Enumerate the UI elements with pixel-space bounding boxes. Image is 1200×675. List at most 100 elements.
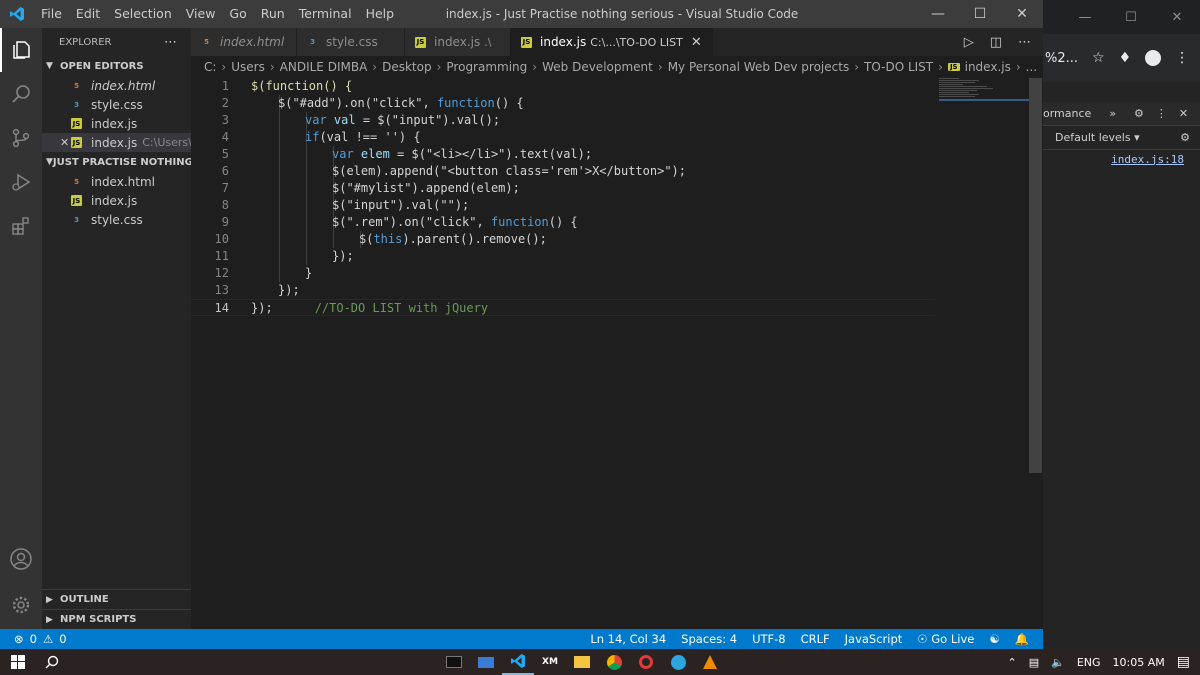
tab-index-html[interactable]: 5 index.html	[191, 28, 297, 56]
clock[interactable]: 10:05 AM	[1113, 656, 1165, 669]
breadcrumb-item[interactable]: Desktop	[382, 60, 432, 74]
taskbar-search-icon[interactable]	[36, 649, 68, 675]
notifications-bell-icon[interactable]: 🔔	[1015, 632, 1029, 646]
open-editor-item[interactable]: 5 index.html	[42, 76, 191, 95]
split-editor-icon[interactable]: ◫	[990, 35, 1002, 50]
account-icon[interactable]	[0, 537, 42, 581]
close-editor-icon[interactable]: ✕	[60, 136, 69, 149]
minimize-icon[interactable]: —	[1062, 10, 1108, 25]
folder-section[interactable]: ▼ JUST PRACTISE NOTHING ...	[42, 152, 191, 172]
folder-file-item[interactable]: JS index.js	[42, 191, 191, 210]
cursor-position[interactable]: Ln 14, Col 34	[590, 632, 666, 646]
more-tabs-icon[interactable]: »	[1109, 107, 1116, 120]
open-editor-item[interactable]: 3 style.css	[42, 95, 191, 114]
chrome-app-icon[interactable]	[598, 649, 630, 675]
menu-help[interactable]: Help	[359, 0, 402, 28]
devtools-close-icon[interactable]: ✕	[1179, 107, 1188, 120]
action-center-icon[interactable]: ▤	[1177, 654, 1190, 670]
breadcrumb-item[interactable]: ANDILE DIMBA	[280, 60, 368, 74]
language-mode[interactable]: JavaScript	[845, 632, 903, 646]
telegram-app-icon[interactable]	[662, 649, 694, 675]
outline-label: OUTLINE	[60, 594, 109, 605]
menu-selection[interactable]: Selection	[107, 0, 179, 28]
open-editors-section[interactable]: ▼ OPEN EDITORS	[42, 56, 191, 76]
open-editor-item[interactable]: JS index.js	[42, 114, 191, 133]
more-actions-icon[interactable]: ⋯	[164, 35, 177, 50]
problems-indicator[interactable]: ⊗ 0 ⚠ 0	[0, 632, 67, 646]
vscode-app-icon[interactable]	[502, 649, 534, 675]
xampp-app-icon[interactable]: XM	[534, 649, 566, 675]
console-settings-gear-icon[interactable]: ⚙	[1180, 131, 1190, 144]
extensions-icon[interactable]	[0, 204, 42, 248]
minimap[interactable]	[939, 78, 1031, 100]
source-control-icon[interactable]	[0, 116, 42, 160]
log-levels-dropdown[interactable]: Default levels ▾	[1055, 131, 1140, 144]
breadcrumb-item[interactable]: My Personal Web Dev projects	[668, 60, 850, 74]
keyboard-app-icon[interactable]	[470, 649, 502, 675]
tray-expand-icon[interactable]: ⌃	[1008, 656, 1017, 669]
end-of-line[interactable]: CRLF	[801, 632, 830, 646]
folder-file-item[interactable]: 5 index.html	[42, 172, 191, 191]
menu-go[interactable]: Go	[222, 0, 253, 28]
npm-scripts-section[interactable]: ▶ NPM SCRIPTS	[42, 609, 191, 629]
indentation[interactable]: Spaces: 4	[681, 632, 737, 646]
devtools-tab-performance[interactable]: ormance	[1043, 107, 1091, 120]
volume-icon[interactable]: 🔈	[1051, 656, 1065, 669]
vertical-scrollbar[interactable]	[1029, 78, 1042, 473]
folder-file-item[interactable]: 3 style.css	[42, 210, 191, 229]
windows-start-icon[interactable]	[0, 649, 36, 675]
terminal-app-icon[interactable]	[438, 649, 470, 675]
search-icon[interactable]	[0, 72, 42, 116]
outline-section[interactable]: ▶ OUTLINE	[42, 589, 191, 609]
go-live-button[interactable]: ☉ Go Live	[917, 632, 974, 646]
code-text: $("#add").on("click", function() {	[278, 95, 524, 112]
close-tab-icon[interactable]: ✕	[691, 35, 702, 50]
editor-tabs: 5 index.html 3 style.css JS index.js .\ …	[191, 28, 1043, 56]
browser-menu-icon[interactable]: ⋮	[1175, 50, 1189, 66]
settings-gear-icon[interactable]: ⚙	[1134, 107, 1144, 120]
menu-edit[interactable]: Edit	[69, 0, 107, 28]
more-actions-icon[interactable]: ⋯	[1018, 35, 1031, 50]
extensions-puzzle-icon[interactable]: ♦	[1119, 50, 1132, 66]
network-icon[interactable]: ▤	[1029, 656, 1039, 669]
open-editors-label: OPEN EDITORS	[60, 60, 144, 72]
breadcrumb-item[interactable]: index.js	[965, 60, 1011, 74]
breadcrumb-item[interactable]: Users	[231, 60, 265, 74]
menu-view[interactable]: View	[179, 0, 223, 28]
js-file-icon: JS	[71, 118, 82, 129]
code-token: () {	[494, 96, 524, 110]
close-icon[interactable]: ✕	[1154, 10, 1200, 25]
feedback-icon[interactable]: ☯	[989, 632, 999, 646]
encoding[interactable]: UTF-8	[752, 632, 786, 646]
tab-index-js[interactable]: JS index.js .\	[405, 28, 511, 56]
devtools-menu-icon[interactable]: ⋮	[1156, 107, 1167, 120]
run-debug-icon[interactable]	[0, 160, 42, 204]
menu-terminal[interactable]: Terminal	[292, 0, 359, 28]
language-indicator[interactable]: ENG	[1077, 656, 1101, 669]
console-log-source-link[interactable]: index.js:18	[1043, 150, 1200, 168]
file-explorer-icon[interactable]	[566, 649, 598, 675]
breadcrumb-item[interactable]: C:	[204, 60, 216, 74]
bookmark-star-icon[interactable]: ☆	[1092, 50, 1105, 66]
close-icon[interactable]: ✕	[1001, 0, 1043, 28]
tab-style-css[interactable]: 3 style.css	[297, 28, 405, 56]
vlc-app-icon[interactable]	[694, 649, 726, 675]
breadcrumb-item[interactable]: ...	[1026, 60, 1037, 74]
maximize-icon[interactable]: ☐	[959, 0, 1001, 28]
breadcrumb-item[interactable]: Programming	[446, 60, 527, 74]
open-editor-item-active[interactable]: ✕ JS index.js C:\Users\A...	[42, 133, 191, 152]
minimize-icon[interactable]: —	[917, 0, 959, 28]
code-editor[interactable]: 1 $(function() { 2 $("#add").on("click", f…	[191, 78, 1043, 629]
menu-file[interactable]: File	[34, 0, 69, 28]
address-bar[interactable]: %2...	[1045, 51, 1078, 66]
menu-run[interactable]: Run	[254, 0, 292, 28]
tab-index-js-active[interactable]: JS index.js C:\...\TO-DO LIST ✕	[511, 28, 713, 56]
run-icon[interactable]: ▷	[964, 35, 974, 50]
explorer-icon[interactable]	[0, 28, 42, 72]
breadcrumb-item[interactable]: TO-DO LIST	[864, 60, 933, 74]
maximize-icon[interactable]: ☐	[1108, 10, 1154, 25]
breadcrumb-item[interactable]: Web Development	[542, 60, 653, 74]
profile-avatar[interactable]	[1145, 50, 1162, 66]
opera-app-icon[interactable]	[630, 649, 662, 675]
manage-gear-icon[interactable]	[0, 583, 42, 627]
